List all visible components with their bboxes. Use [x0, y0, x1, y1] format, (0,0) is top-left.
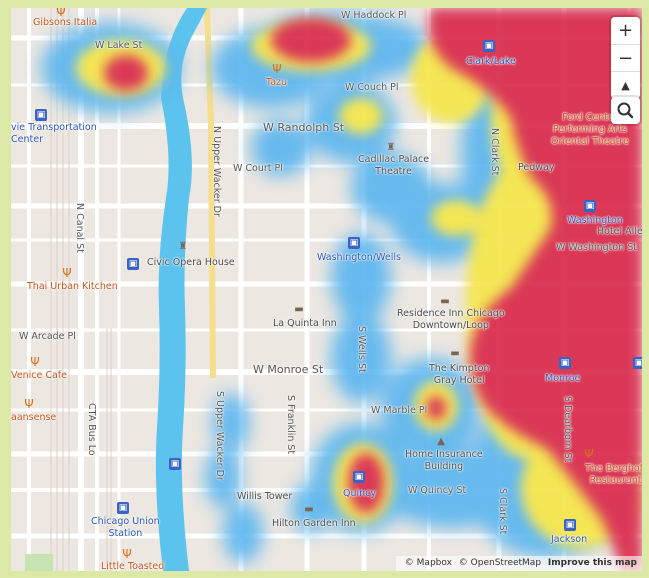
restaurant-icon[interactable]: Ψ [121, 548, 133, 560]
street-label-w-quincy: W Quincy St [408, 485, 467, 496]
street-label-w-marble: W Marble Pl [371, 405, 428, 416]
transit-icon[interactable]: ▣ [584, 200, 596, 212]
osm-attribution-link[interactable]: © OpenStreetMap [459, 558, 541, 568]
improve-map-link[interactable]: Improve this map [548, 558, 637, 568]
street-label-s-franklin: S Franklin St [285, 395, 296, 455]
poi-civic-opera[interactable]: Civic Opera House [147, 257, 235, 268]
street-label-w-randolph: W Randolph St [263, 121, 345, 134]
street-label-w-lake: W Lake St [95, 40, 143, 51]
zoom-in-button[interactable]: + [611, 17, 640, 44]
inspect-button[interactable] [611, 97, 640, 124]
poi-jackson[interactable]: Jackson [551, 534, 587, 545]
map-view[interactable]: W Lake St W Haddock Pl W Couch Pl W Rand… [11, 8, 642, 571]
poi-hotel-alle[interactable]: Hotel Alle [597, 226, 642, 237]
street-label-n-upper-wacker: N Upper Wacker Dr [211, 126, 222, 217]
lodging-icon[interactable]: ▬ [303, 504, 315, 516]
poi-little-toasted[interactable]: Little Toasted [101, 561, 164, 571]
transit-icon[interactable]: ▣ [348, 237, 360, 249]
lodging-icon[interactable]: ▬ [293, 304, 305, 316]
street-label-n-clark: N Clark St [489, 128, 500, 176]
transit-icon[interactable]: ▣ [559, 357, 571, 369]
lodging-icon[interactable]: ▬ [449, 348, 461, 360]
poi-home-insurance[interactable]: Home Insurance Building [405, 449, 483, 473]
restaurant-icon[interactable]: Ψ [61, 267, 73, 279]
street-label-s-clark: S Clark St [497, 488, 508, 535]
poi-berghoff[interactable]: The Berghoff Restaurant [585, 463, 642, 487]
lodging-icon[interactable]: ▬ [641, 213, 642, 225]
poi-pedway[interactable]: Pedway [518, 162, 554, 173]
poi-cadillac-palace[interactable]: Cadillac Palace Theatre [358, 154, 429, 178]
transit-icon[interactable]: ▣ [35, 109, 47, 121]
street-label-s-upper-wacker: S Upper Wacker Dr [214, 391, 225, 481]
zoom-control-group: + − ▲ [611, 17, 640, 99]
mapbox-attribution-link[interactable]: © Mapbox [405, 558, 452, 568]
poi-ogilvie[interactable]: vie Transportation Center [11, 122, 97, 146]
transit-icon[interactable]: ▣ [169, 458, 181, 470]
transit-icon[interactable]: ▣ [127, 258, 139, 270]
poi-venice-cafe[interactable]: Venice Cafe [11, 370, 67, 381]
street-label-w-court: W Court Pl [233, 163, 283, 174]
transit-icon[interactable]: ▣ [117, 502, 129, 514]
restaurant-icon[interactable]: Ψ [271, 63, 283, 75]
street-label-w-monroe: W Monroe St [253, 363, 324, 376]
street-label-s-dearborn: S Dearborn St [562, 396, 573, 463]
poi-sense[interactable]: aansense [11, 412, 56, 423]
park-area [25, 554, 53, 571]
street-label-w-washington: W Washington St [556, 242, 638, 253]
poi-monroe[interactable]: Monroe [545, 373, 580, 384]
map-attribution: © Mapbox © OpenStreetMap Improve this ma… [395, 556, 642, 571]
poi-residence-inn[interactable]: Residence Inn Chicago Downtown/Loop [397, 308, 505, 332]
theater-icon[interactable]: ♜ [177, 241, 189, 253]
poi-quincy[interactable]: Quincy [343, 488, 376, 499]
transit-icon[interactable]: ▣ [353, 471, 365, 483]
transit-icon[interactable]: ▣ [483, 40, 495, 52]
restaurant-icon[interactable]: Ψ [29, 356, 41, 368]
poi-willis-tower[interactable]: Willis Tower [237, 491, 292, 502]
poi-washington[interactable]: Washington [567, 215, 623, 226]
transit-icon[interactable]: ▣ [564, 519, 576, 531]
poi-thai-urban[interactable]: Thai Urban Kitchen [27, 281, 118, 292]
street-label-w-haddock: W Haddock Pl [341, 10, 407, 21]
street-label-n-canal: N Canal St [74, 203, 85, 253]
street-label-cta-bus: CTA Bus Lo [86, 403, 97, 456]
poi-washington-wells[interactable]: Washington/Wells [317, 252, 401, 263]
landmark-icon[interactable]: ▲ [435, 436, 447, 448]
poi-union-station[interactable]: Chicago Union Station [91, 516, 160, 540]
restaurant-icon[interactable]: Ψ [583, 448, 595, 460]
street-label-s-wells: S Wells St [356, 326, 367, 373]
theater-icon[interactable]: ♜ [385, 142, 397, 154]
transit-icon[interactable]: ▣ [633, 357, 642, 369]
magnifier-icon [617, 102, 634, 119]
poi-gibsons[interactable]: Gibsons Italia [33, 17, 97, 28]
restaurant-icon[interactable]: Ψ [23, 398, 35, 410]
poi-tazu[interactable]: Tazu [266, 77, 287, 88]
poi-kimpton[interactable]: The Kimpton Gray Hotel [429, 363, 489, 387]
poi-la-quinta[interactable]: La Quinta Inn [273, 318, 337, 329]
poi-clark-lake[interactable]: Clark/Lake [466, 56, 516, 67]
compass-button[interactable]: ▲ [611, 71, 640, 98]
street-label-w-couch: W Couch Pl [345, 82, 399, 93]
poi-hilton-garden[interactable]: Hilton Garden Inn [272, 518, 356, 529]
lodging-icon[interactable]: ▬ [439, 296, 451, 308]
street-label-w-arcade: W Arcade Pl [19, 331, 76, 342]
zoom-out-button[interactable]: − [611, 44, 640, 71]
